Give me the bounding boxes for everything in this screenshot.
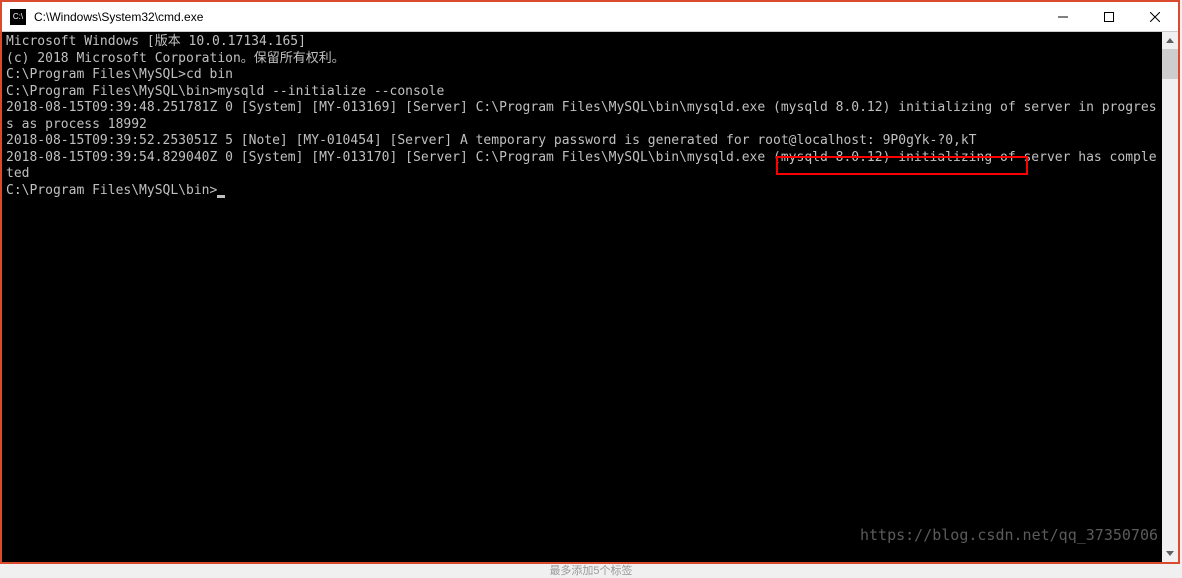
- output-line: 2018-08-15T09:39:48.251781Z 0 [System] […: [6, 100, 1158, 133]
- minimize-button[interactable]: [1040, 2, 1086, 31]
- output-text: 2018-08-15T09:39:52.253051Z 5 [Note] [MY…: [6, 133, 757, 148]
- highlighted-password: root@localhost: 9P0gYk-?0,kT: [757, 133, 976, 148]
- prompt-text: C:\Program Files\MySQL\bin>: [6, 183, 217, 198]
- titlebar[interactable]: C:\ C:\Windows\System32\cmd.exe: [2, 2, 1178, 32]
- output-line: (c) 2018 Microsoft Corporation。保留所有权利。: [6, 51, 1158, 68]
- window-controls: [1040, 2, 1178, 31]
- cmd-window: C:\ C:\Windows\System32\cmd.exe Microsof…: [0, 0, 1180, 564]
- watermark-text: https://blog.csdn.net/qq_37350706: [860, 526, 1158, 544]
- output-line: C:\Program Files\MySQL\bin>mysqld --init…: [6, 84, 1158, 101]
- maximize-button[interactable]: [1086, 2, 1132, 31]
- window-title: C:\Windows\System32\cmd.exe: [34, 10, 1040, 24]
- close-button[interactable]: [1132, 2, 1178, 31]
- scroll-down-button[interactable]: [1162, 545, 1178, 562]
- scroll-thumb[interactable]: [1162, 49, 1178, 79]
- output-line: 2018-08-15T09:39:52.253051Z 5 [Note] [MY…: [6, 133, 1158, 150]
- cursor: [217, 195, 225, 198]
- prompt-line: C:\Program Files\MySQL\bin>: [6, 183, 1158, 200]
- terminal-body[interactable]: Microsoft Windows [版本 10.0.17134.165](c)…: [2, 32, 1178, 562]
- output-line: Microsoft Windows [版本 10.0.17134.165]: [6, 34, 1158, 51]
- cmd-icon: C:\: [10, 9, 26, 25]
- footer-hint: 最多添加5个标签: [549, 562, 632, 578]
- scroll-up-button[interactable]: [1162, 32, 1178, 49]
- vertical-scrollbar[interactable]: [1162, 32, 1178, 562]
- output-line: 2018-08-15T09:39:54.829040Z 0 [System] […: [6, 150, 1158, 183]
- output-line: C:\Program Files\MySQL>cd bin: [6, 67, 1158, 84]
- terminal-output: Microsoft Windows [版本 10.0.17134.165](c)…: [2, 32, 1162, 201]
